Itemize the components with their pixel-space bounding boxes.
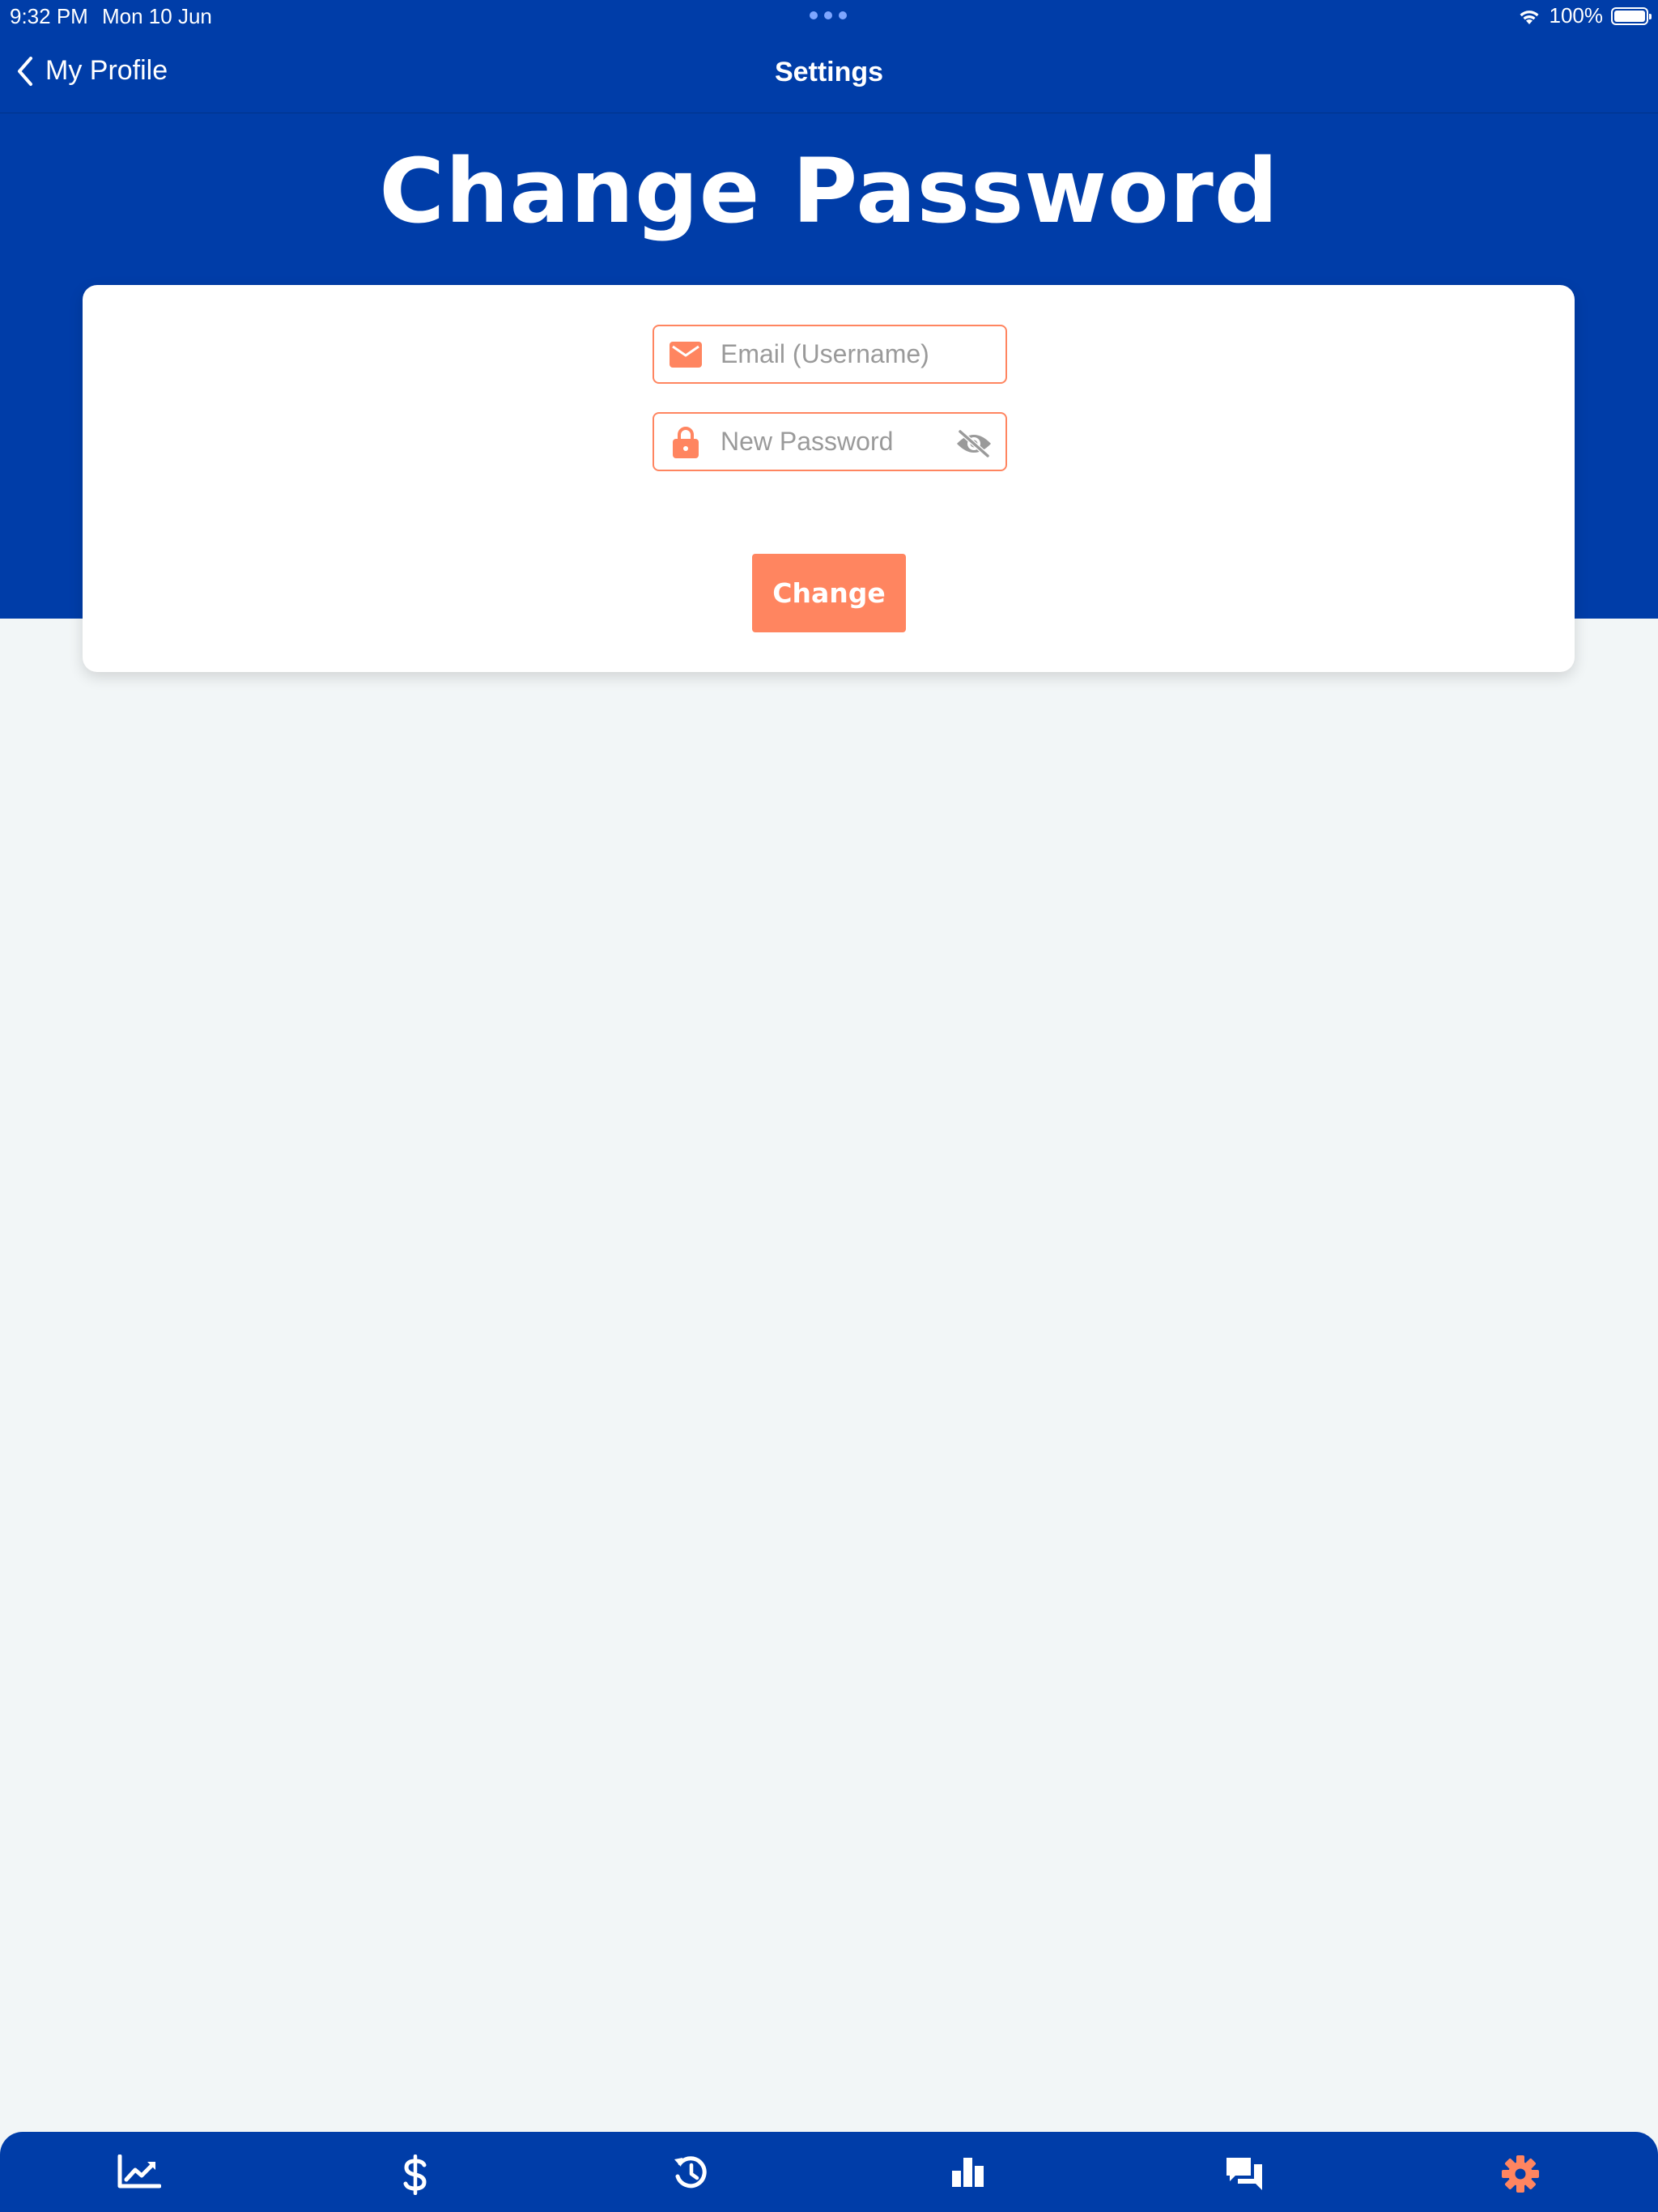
status-bar: 9:32 PM Mon 10 Jun 100%: [0, 0, 1658, 32]
tab-history[interactable]: [665, 2132, 717, 2212]
password-field: [653, 412, 1007, 471]
new-password-input[interactable]: [721, 421, 931, 462]
wifi-icon: [1520, 10, 1538, 24]
status-date: Mon 10 Jun: [102, 4, 212, 28]
nav-title: Settings: [774, 57, 884, 87]
battery-percent: 100%: [1549, 3, 1604, 28]
chat-icon: [1226, 2158, 1262, 2190]
trending-chart-icon: [117, 2155, 161, 2189]
email-field: [653, 325, 1007, 384]
tab-messages[interactable]: [1218, 2132, 1270, 2212]
bar-chart-icon: [951, 2158, 984, 2187]
eye-off-icon[interactable]: [955, 425, 993, 462]
tab-reports[interactable]: [942, 2132, 994, 2212]
status-indicators: 100%: [1517, 3, 1652, 28]
change-button[interactable]: Change: [752, 554, 906, 632]
gear-icon: [1501, 2155, 1539, 2193]
change-password-card: Change: [83, 285, 1575, 672]
tab-payments[interactable]: [389, 2132, 441, 2212]
tab-settings[interactable]: [1494, 2132, 1546, 2212]
dollar-icon: [403, 2155, 427, 2195]
history-icon: [674, 2156, 707, 2189]
lock-icon: [669, 425, 703, 459]
page-title: Change Password: [379, 139, 1279, 243]
battery-icon: [1611, 6, 1652, 25]
tab-bar: [0, 2132, 1658, 2212]
email-input[interactable]: [721, 334, 931, 375]
tab-dashboard[interactable]: [113, 2132, 165, 2212]
status-time: 9:32 PM: [10, 4, 88, 28]
navigation-bar: My Profile Settings: [0, 32, 1658, 113]
multitasking-dots[interactable]: [810, 11, 847, 19]
envelope-icon: [669, 338, 703, 372]
